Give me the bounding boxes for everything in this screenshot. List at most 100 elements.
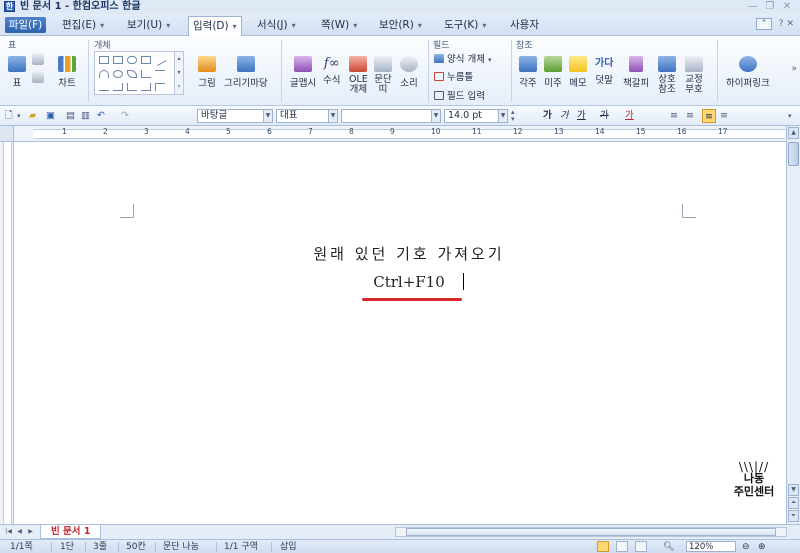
underline-button[interactable]: 가 (577, 109, 586, 123)
horizontal-scrollbar[interactable] (395, 527, 787, 537)
horizontal-scroll-thumb[interactable] (406, 528, 776, 536)
cross-reference-button[interactable]: 상호 참조 (658, 56, 676, 95)
status-paragraph-break[interactable]: 문단 나눔 (163, 541, 199, 553)
italic-button[interactable]: 가 (560, 109, 569, 123)
table-button[interactable]: 표 (8, 56, 26, 89)
scroll-up-icon[interactable]: ▲ (788, 127, 799, 139)
chevron-down-icon[interactable]: ▼ (263, 110, 272, 122)
status-line[interactable]: 3줄 (93, 541, 107, 553)
overlay-text-button[interactable]: 가다 덧말 (595, 56, 613, 86)
save-icon[interactable]: ▣ (46, 109, 55, 123)
memo-button[interactable]: 메모 (569, 56, 587, 89)
shape-rect2-icon[interactable] (113, 56, 123, 64)
chevron-down-icon[interactable]: ▾ (17, 109, 21, 123)
align-right-icon[interactable]: ≡ (720, 109, 728, 123)
drawing-market-button[interactable]: 그리기마당 (224, 56, 268, 89)
status-char[interactable]: 50칸 (126, 541, 146, 553)
status-column[interactable]: 1단 (60, 541, 74, 553)
page-down-icon[interactable]: ⏷ (788, 510, 799, 522)
field-input-button[interactable]: 필드 입력 (434, 88, 485, 102)
shape-connector-icon[interactable] (155, 70, 165, 78)
menu-edit[interactable]: 편집(E) ▾ (62, 17, 104, 33)
page-view-icon[interactable] (616, 541, 628, 552)
hwp-app-icon[interactable]: 한 (4, 1, 15, 12)
shape-connector4-icon[interactable] (127, 83, 137, 91)
strike-button[interactable]: 가 (600, 109, 609, 123)
document-text-line1[interactable]: 원래 있던 기호 가져오기 (14, 243, 786, 264)
click-here-button[interactable]: 누름틀 (434, 69, 473, 83)
picture-button[interactable]: 그림 (198, 56, 216, 89)
font-combo[interactable]: ▼ (341, 109, 441, 123)
scroll-thumb[interactable] (788, 142, 799, 166)
menu-user[interactable]: 사용자 (510, 17, 539, 33)
status-insert-mode[interactable]: 삽입 (280, 541, 297, 553)
shape-curve-icon[interactable] (113, 70, 123, 78)
shape-arc-icon[interactable] (99, 70, 109, 78)
vertical-scrollbar[interactable]: ▲ ▼ ⏶ ⏷ (786, 126, 800, 524)
menu-format[interactable]: 서식(J) ▾ (257, 17, 296, 33)
zoom-out-icon[interactable]: ⊖ (742, 541, 750, 553)
status-page[interactable]: 1/1쪽 (10, 541, 33, 553)
open-folder-icon[interactable]: ▰ (29, 109, 36, 123)
paragraph-band-button[interactable]: 문단 띠 (374, 56, 392, 95)
ribbon-more-icon[interactable]: » (791, 64, 797, 74)
menu-view[interactable]: 보기(U) ▾ (127, 17, 170, 33)
scroll-down-icon[interactable]: ▼ (788, 484, 799, 496)
glyph-art-button[interactable]: 글맵시 (290, 56, 316, 89)
table-calc-icon[interactable] (32, 53, 44, 65)
font-color-button[interactable]: 가 (625, 109, 634, 123)
shapes-gallery[interactable]: ▴ ▾ ▿ (94, 51, 184, 95)
menu-file[interactable]: 파일(F) (5, 17, 46, 33)
restore-icon[interactable]: ❐ (763, 0, 777, 13)
shape-ellipse-icon[interactable] (127, 56, 137, 64)
tab-first-icon[interactable]: |◀ (4, 527, 13, 537)
endnote-button[interactable]: 미주 (544, 56, 562, 89)
sound-button[interactable]: 소리 (400, 56, 418, 89)
print-icon[interactable]: ▤ (66, 109, 75, 123)
zoom-icon[interactable]: 🔍︎ (663, 541, 674, 553)
align-justify-icon[interactable]: ≡ (670, 109, 678, 123)
menu-insert[interactable]: 입력(D) ▾ (188, 16, 242, 36)
chevron-down-icon[interactable]: ▼ (431, 110, 440, 122)
proofreading-mark-button[interactable]: 교정 부호 (685, 56, 703, 95)
chart-button[interactable]: 차트 (58, 56, 76, 89)
shape-line-icon[interactable] (153, 54, 167, 66)
menu-tools[interactable]: 도구(K) ▾ (444, 17, 486, 33)
undo-icon[interactable]: ↶ (97, 109, 105, 123)
ribbon-collapse-button[interactable]: ⌃ (755, 18, 772, 30)
toolbar-options-icon[interactable]: ▾ (788, 109, 792, 123)
ruler-corner[interactable] (0, 126, 14, 142)
language-combo[interactable]: 대표 ▼ (276, 109, 338, 123)
tab-prev-icon[interactable]: ◀ (15, 527, 24, 537)
align-left-icon[interactable]: ≡ (686, 109, 694, 123)
zoom-combo[interactable]: 120% (686, 541, 736, 552)
normal-view-icon[interactable] (597, 541, 609, 552)
web-view-icon[interactable] (635, 541, 647, 552)
shape-polyline-icon[interactable] (141, 70, 151, 78)
zoom-in-icon[interactable]: ⊕ (758, 541, 766, 553)
new-document-icon[interactable]: 🗋 (5, 109, 13, 123)
font-size-combo[interactable]: 14.0 pt ▼ (444, 109, 508, 123)
document-text-line2[interactable]: Ctrl+F10 (14, 273, 786, 291)
bold-button[interactable]: 가 (543, 109, 552, 123)
form-object-button[interactable]: 양식 개체 ▾ (434, 51, 492, 65)
shape-connector3-icon[interactable] (113, 83, 123, 91)
font-size-stepper[interactable]: ▴ ▾ (511, 109, 515, 123)
table-edit-icon[interactable] (32, 71, 44, 83)
ole-object-button[interactable]: OLE 개체 (349, 56, 368, 95)
menu-page[interactable]: 쪽(W) ▾ (321, 17, 357, 33)
bookmark-button[interactable]: 책갈피 (623, 56, 649, 89)
footnote-button[interactable]: 각주 (519, 56, 537, 89)
shapes-scroll[interactable]: ▴ ▾ ▿ (174, 52, 183, 94)
chevron-down-icon[interactable]: ▼ (328, 110, 337, 122)
equation-button[interactable]: f∞ 수식 (323, 56, 340, 86)
menu-security[interactable]: 보안(R) ▾ (379, 17, 422, 33)
vertical-ruler[interactable] (0, 142, 14, 524)
horizontal-ruler[interactable]: 1 2 3 4 5 6 7 8 9 10 11 12 13 14 15 16 17 (14, 126, 786, 142)
document-page[interactable]: 원래 있던 기호 가져오기 Ctrl+F10 (14, 142, 786, 524)
shape-square-icon[interactable] (141, 56, 151, 64)
style-combo[interactable]: 바탕글 ▼ (197, 109, 273, 123)
close-doc-icon[interactable]: ✕ (786, 19, 794, 29)
hyperlink-button[interactable]: 하이퍼링크 (726, 56, 770, 89)
help-button[interactable]: ? (779, 19, 784, 29)
